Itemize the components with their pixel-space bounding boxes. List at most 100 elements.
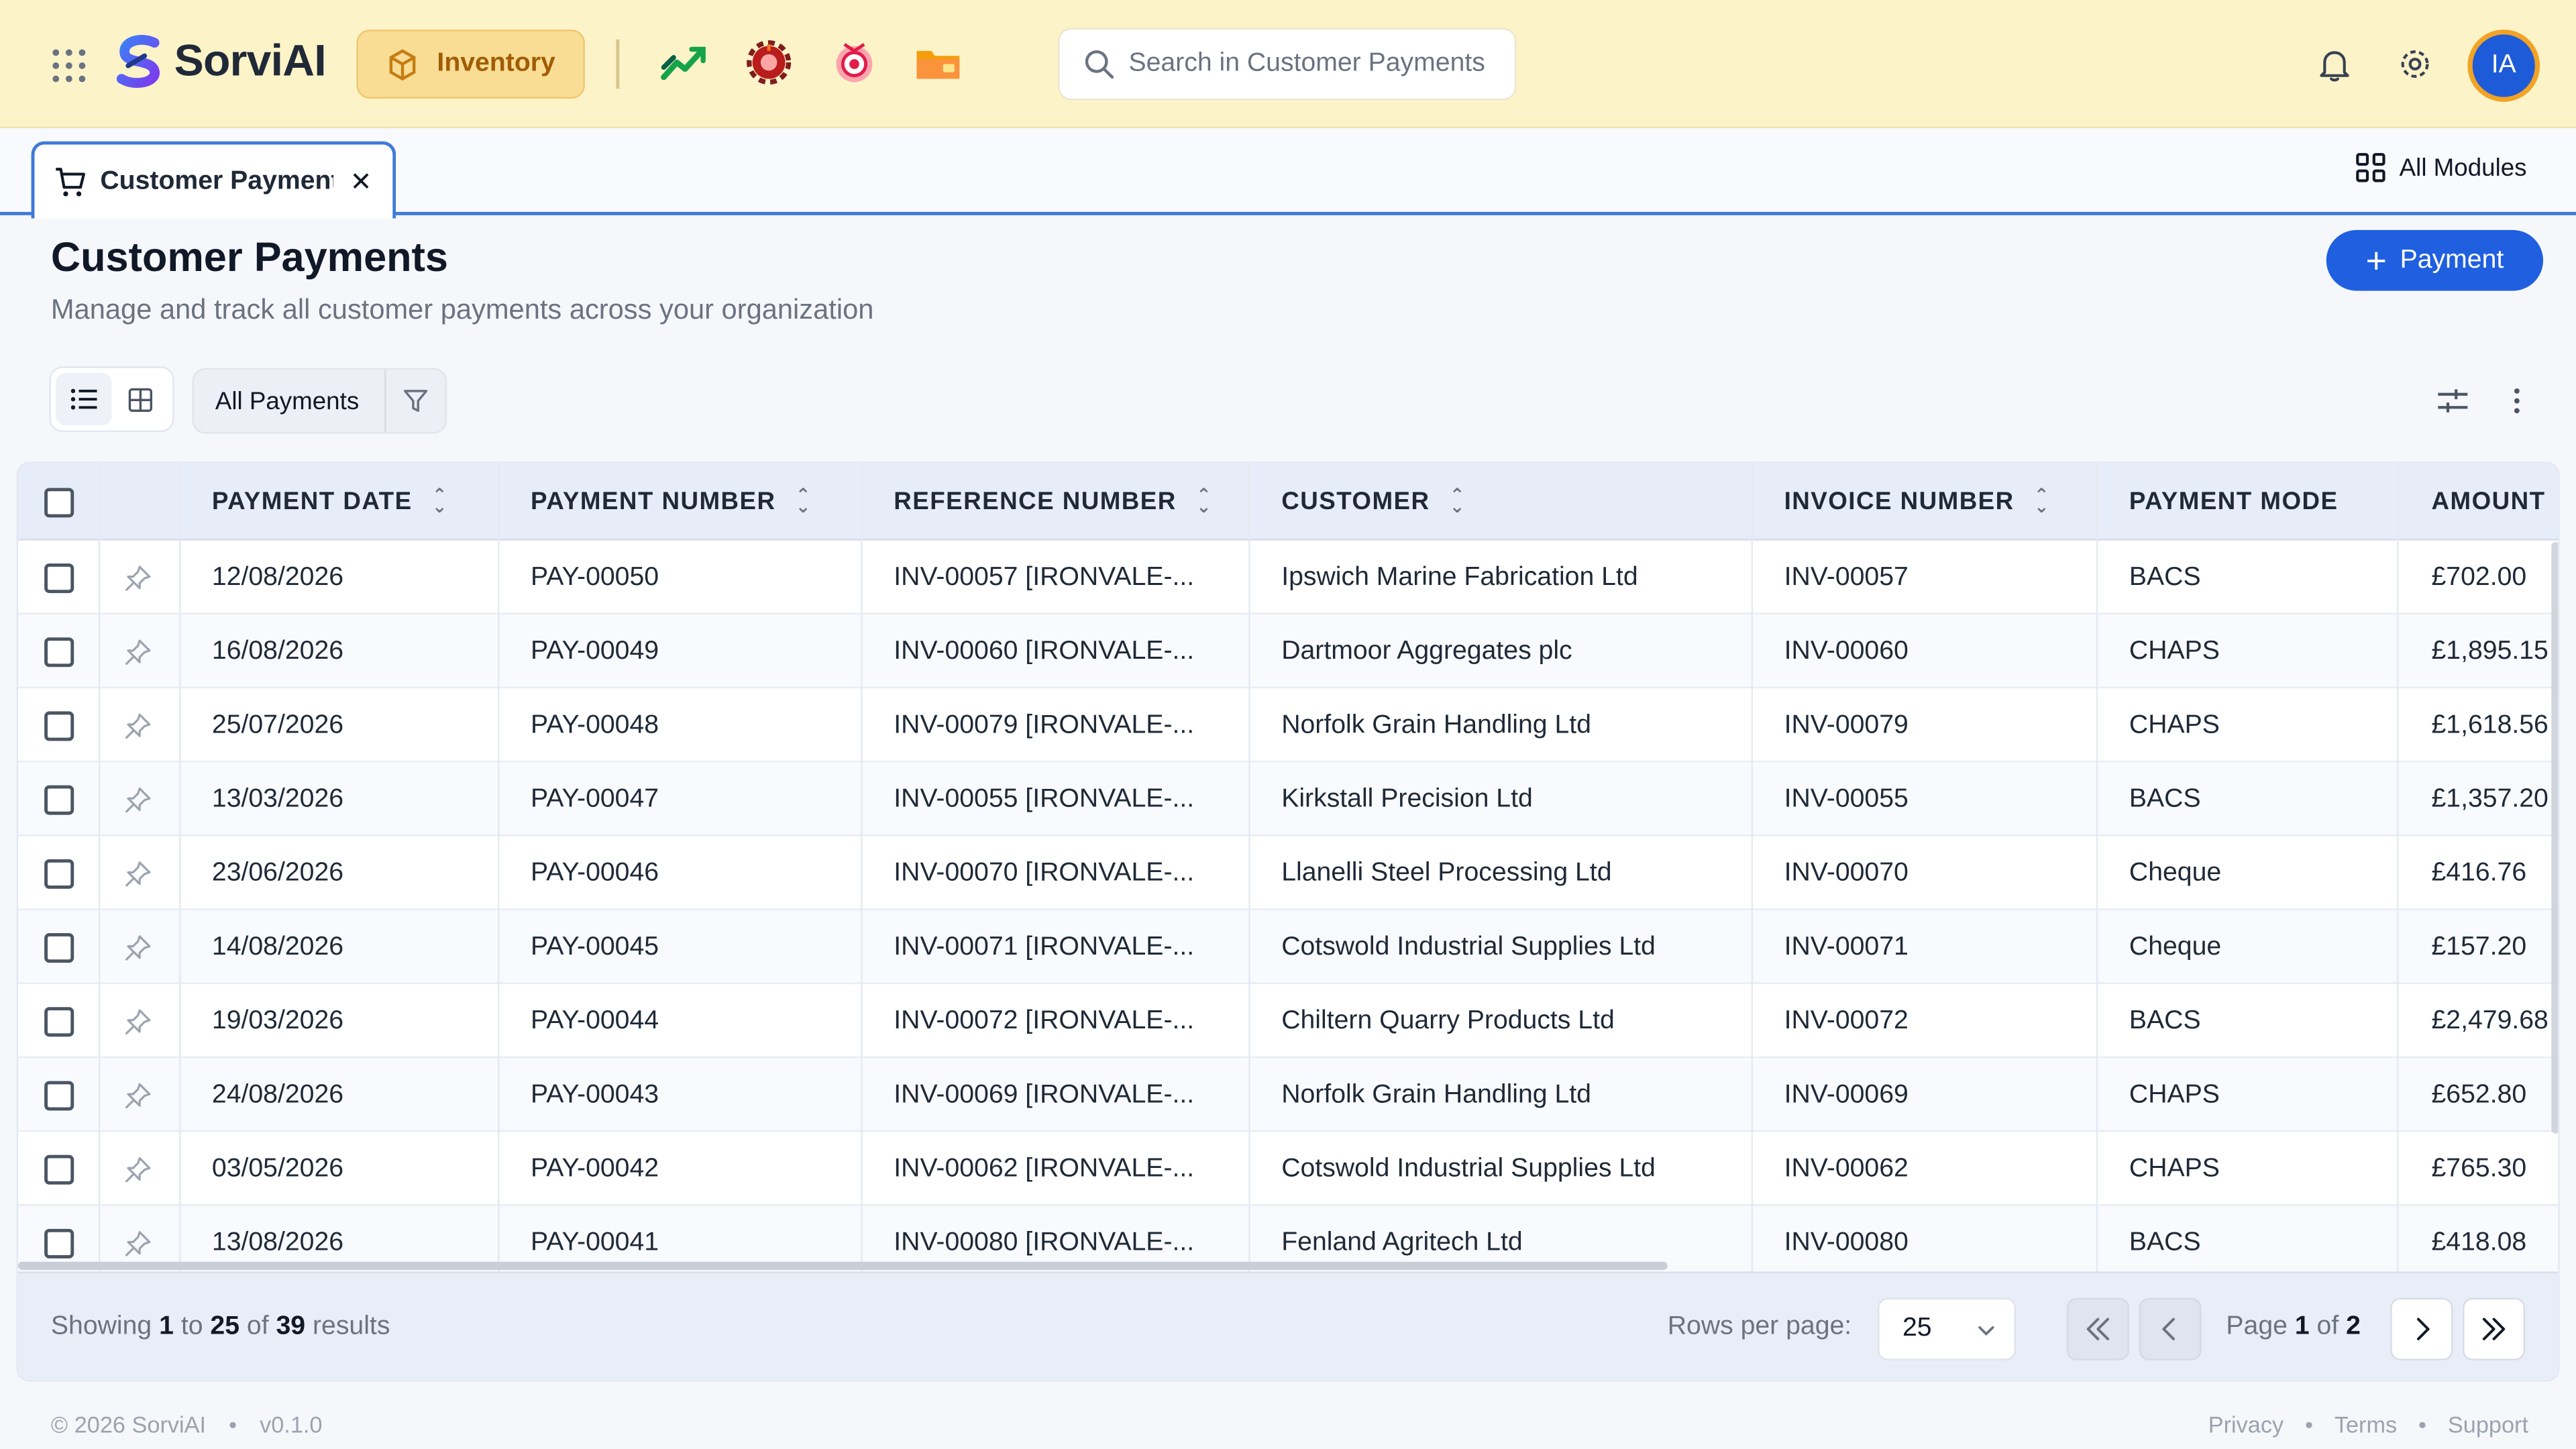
cell-payment-date: 13/03/2026 (211, 784, 344, 813)
previous-page-button[interactable] (2139, 1297, 2202, 1360)
app-launcher-icon[interactable] (52, 49, 86, 83)
cell-reference-number: INV-00055 [IRONVALE-... (894, 784, 1195, 813)
row-checkbox[interactable] (44, 762, 74, 836)
last-page-button[interactable] (2463, 1297, 2526, 1360)
chevron-down-icon (1978, 1326, 1994, 1336)
add-payment-button[interactable]: + Payment (2326, 229, 2544, 291)
all-modules-button[interactable]: All Modules (2357, 153, 2527, 182)
table-row[interactable]: 03/05/2026 PAY-00042 INV-00062 [IRONVALE-.… (17, 1132, 2559, 1206)
col-payment-date[interactable]: PAYMENT DATE ⌃ ⌄ (212, 464, 448, 541)
cell-payment-date: 24/08/2026 (211, 1080, 344, 1108)
first-page-button[interactable] (2066, 1297, 2129, 1360)
next-page-button[interactable] (2390, 1297, 2453, 1360)
cell-reference-number: INV-00071 [IRONVALE-... (894, 932, 1195, 961)
pin-icon[interactable] (123, 1132, 153, 1205)
row-checkbox[interactable] (44, 1058, 74, 1132)
pin-icon[interactable] (123, 1058, 153, 1132)
gear-bug-icon[interactable] (743, 36, 795, 89)
pin-icon[interactable] (123, 837, 153, 910)
grid-icon (2357, 153, 2386, 182)
folder-icon[interactable] (912, 36, 964, 89)
cell-payment-number: PAY-00047 (531, 784, 659, 813)
horizontal-scrollbar[interactable] (17, 1261, 1668, 1271)
double-chevron-right-icon (2482, 1318, 2506, 1340)
tab-strip: Customer Payments ✕ All Modules (0, 129, 2576, 219)
filter-icon[interactable] (386, 388, 445, 414)
pin-icon[interactable] (123, 984, 153, 1058)
plus-icon: + (2365, 239, 2387, 280)
col-payment-mode[interactable]: PAYMENT MODE (2129, 464, 2339, 541)
column-divider (98, 463, 101, 1272)
table-row[interactable]: 16/08/2026 PAY-00049 INV-00060 [IRONVALE-.… (17, 614, 2559, 689)
more-options-icon[interactable] (2499, 383, 2535, 419)
privacy-link[interactable]: Privacy (2208, 1411, 2284, 1438)
row-checkbox[interactable] (44, 910, 74, 984)
cell-payment-number: PAY-00045 (531, 932, 659, 961)
cell-amount: £652.80 (2431, 1080, 2527, 1108)
column-settings-icon[interactable] (2434, 383, 2471, 419)
pin-icon[interactable] (123, 688, 153, 762)
user-avatar[interactable]: IA (2467, 30, 2540, 102)
chevron-right-icon (2416, 1318, 2430, 1340)
pin-icon[interactable] (123, 541, 153, 614)
pin-icon[interactable] (123, 762, 153, 836)
rows-per-page-select[interactable]: 25 (1878, 1297, 2016, 1360)
row-checkbox[interactable] (44, 541, 74, 614)
cell-customer: Ipswich Marine Fabrication Ltd (1281, 562, 1638, 591)
table-row[interactable]: 25/07/2026 PAY-00048 INV-00079 [IRONVALE-.… (17, 688, 2559, 763)
vertical-scrollbar[interactable] (2551, 542, 2559, 1134)
filter-label: All Payments (215, 386, 360, 415)
row-checkbox[interactable] (44, 688, 74, 762)
support-link[interactable]: Support (2448, 1411, 2528, 1438)
cell-payment-mode: Cheque (2129, 858, 2222, 887)
cell-invoice-number: INV-00060 (1784, 636, 1909, 665)
row-checkbox[interactable] (44, 837, 74, 910)
col-invoice-number[interactable]: INVOICE NUMBER ⌃ ⌄ (1784, 464, 2051, 541)
search-input[interactable]: Search in Customer Payments (1058, 28, 1517, 101)
saved-view-filter[interactable]: All Payments (192, 368, 447, 434)
target-badge-icon[interactable] (828, 36, 880, 89)
table-row[interactable]: 13/03/2026 PAY-00047 INV-00055 [IRONVALE-.… (17, 762, 2559, 837)
cell-payment-mode: CHAPS (2129, 1154, 2220, 1183)
tab-customer-payments[interactable]: Customer Payments ✕ (31, 141, 396, 219)
double-chevron-left-icon (2086, 1318, 2110, 1340)
cell-reference-number: INV-00072 [IRONVALE-... (894, 1006, 1195, 1034)
sort-icon: ⌃ ⌄ (1449, 485, 1466, 517)
pin-icon[interactable] (123, 614, 153, 688)
grid-view-button[interactable] (112, 373, 168, 425)
cell-reference-number: INV-00079 [IRONVALE-... (894, 710, 1195, 739)
table-row[interactable]: 24/08/2026 PAY-00043 INV-00069 [IRONVALE-.… (17, 1058, 2559, 1132)
table-row[interactable]: 23/06/2026 PAY-00046 INV-00070 [IRONVALE-.… (17, 836, 2559, 910)
cell-payment-mode: BACS (2129, 784, 2201, 813)
table-row[interactable]: 14/08/2026 PAY-00045 INV-00071 [IRONVALE-.… (17, 910, 2559, 984)
cell-reference-number: INV-00069 [IRONVALE-... (894, 1080, 1195, 1108)
row-checkbox[interactable] (44, 614, 74, 688)
table-row[interactable]: 12/08/2026 PAY-00050 INV-00057 [IRONVALE-.… (17, 540, 2559, 614)
page-footer: © 2026 SorviAI • v0.1.0 Privacy • Terms … (0, 1397, 2576, 1449)
cell-payment-mode: Cheque (2129, 932, 2222, 961)
col-amount[interactable]: AMOUNT (2432, 464, 2546, 541)
table-row[interactable]: 19/03/2026 PAY-00044 INV-00072 [IRONVALE-.… (17, 983, 2559, 1059)
row-checkbox[interactable] (44, 1132, 74, 1205)
col-customer[interactable]: CUSTOMER ⌃ ⌄ (1281, 464, 1466, 541)
module-switcher-button[interactable]: Inventory (356, 30, 585, 99)
brand-logo[interactable]: SorviAI (112, 33, 327, 89)
terms-link[interactable]: Terms (2334, 1411, 2397, 1438)
select-all-checkbox[interactable] (44, 464, 74, 541)
list-view-button[interactable] (56, 372, 112, 426)
cell-payment-number: PAY-00048 (531, 710, 659, 739)
row-checkbox[interactable] (44, 984, 74, 1058)
cell-amount: £765.30 (2431, 1154, 2527, 1183)
pin-icon[interactable] (123, 910, 153, 984)
cell-payment-number: PAY-00050 (531, 562, 659, 591)
all-modules-label: All Modules (2399, 153, 2527, 182)
bell-icon[interactable] (2316, 46, 2353, 83)
settings-gear-icon[interactable] (2397, 46, 2433, 83)
cell-invoice-number: INV-00072 (1784, 1006, 1909, 1034)
close-icon[interactable]: ✕ (350, 165, 372, 198)
col-reference-number[interactable]: REFERENCE NUMBER ⌃ ⌄ (894, 464, 1212, 541)
cell-payment-mode: BACS (2129, 1228, 2201, 1256)
cell-amount: £418.08 (2431, 1228, 2527, 1256)
chart-trend-icon[interactable] (657, 36, 710, 89)
col-payment-number[interactable]: PAYMENT NUMBER ⌃ ⌄ (531, 464, 812, 541)
